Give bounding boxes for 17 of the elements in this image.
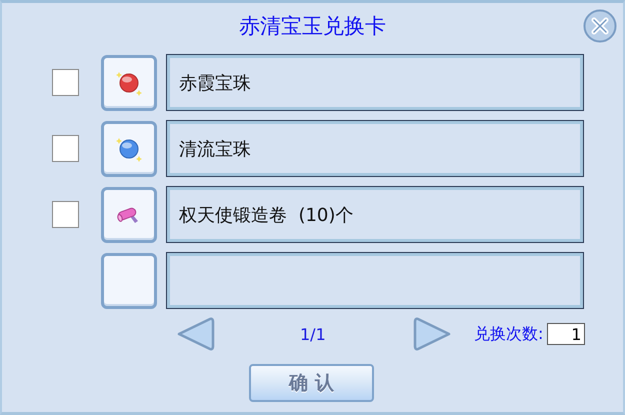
item-slot[interactable] bbox=[101, 54, 157, 110]
checkbox[interactable] bbox=[52, 201, 79, 228]
window-title: 赤清宝玉兑换卡 bbox=[239, 13, 386, 40]
close-icon[interactable] bbox=[583, 9, 617, 43]
item-name-field: 权天使锻造卷 (10)个 bbox=[166, 186, 584, 243]
item-slot[interactable] bbox=[101, 186, 157, 242]
exchange-count-field[interactable]: 1 bbox=[547, 323, 586, 345]
page-indicator: 1/1 bbox=[300, 324, 327, 344]
previous-arrow-icon[interactable] bbox=[176, 316, 216, 352]
checkbox[interactable] bbox=[52, 135, 79, 162]
item-slot[interactable] bbox=[101, 120, 157, 176]
item-slot[interactable] bbox=[101, 252, 157, 308]
checkbox[interactable] bbox=[52, 69, 79, 96]
item-name-field: 清流宝珠 bbox=[166, 120, 584, 177]
next-arrow-icon[interactable] bbox=[412, 316, 452, 352]
item-name-field: 赤霞宝珠 bbox=[166, 54, 584, 111]
exchange-count-label: 兑换次数: bbox=[474, 324, 544, 344]
